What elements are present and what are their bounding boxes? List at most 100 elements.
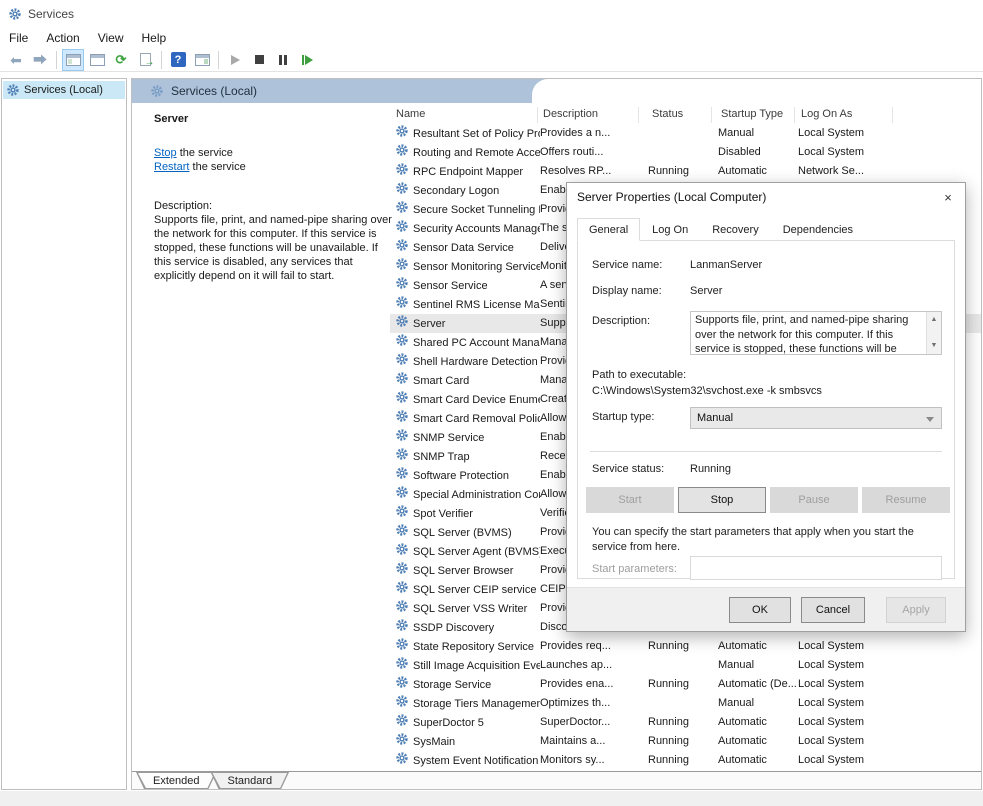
service-gear-icon [395,751,409,770]
tab-recovery[interactable]: Recovery [700,220,770,241]
restart-service-link[interactable]: Restart [154,161,189,173]
service-startup-type-cell: Manual [718,124,796,143]
service-gear-icon [395,314,409,333]
service-startup-type-cell: Automatic [718,637,796,656]
refresh-button[interactable]: ⟳ [110,49,132,71]
service-name-cell: Storage Tiers Management [395,694,540,713]
column-header-status[interactable]: Status [648,107,712,123]
service-name-cell: RPC Endpoint Mapper [395,162,540,181]
resume-button[interactable]: Resume [862,487,950,513]
startup-type-label: Startup type: [592,411,654,423]
export-list-button[interactable] [134,49,156,71]
service-row[interactable]: Still Image Acquisition EventsLaunches a… [390,656,981,675]
service-description-label: Description: [154,200,212,212]
service-status-cell [648,656,712,675]
service-row[interactable]: Storage Tiers ManagementOptimizes th...M… [390,694,981,713]
scroll-down-icon[interactable]: ▼ [931,339,938,354]
description-scrollbar[interactable]: ▲ ▼ [926,312,941,354]
service-log-on-as-cell: Local System [798,637,893,656]
tab-standard[interactable]: Standard [210,772,289,789]
show-hide-action-pane-button[interactable] [191,49,213,71]
service-name-label: Service name: [592,259,662,271]
service-gear-icon [395,694,409,713]
server-properties-dialog: Server Properties (Local Computer) × Gen… [566,182,966,632]
start-button[interactable]: Start [586,487,674,513]
service-gear-icon [395,162,409,181]
service-name-value: LanmanServer [690,259,762,271]
pause-service-button[interactable] [272,49,294,71]
start-service-button[interactable] [224,49,246,71]
service-name-cell: Routing and Remote Access [395,143,540,162]
extended-task-pane: Server Stop the service Restart the serv… [154,113,392,769]
service-gear-icon [395,409,409,428]
service-status-cell: Running [648,162,712,181]
description-label: Description: [592,315,650,327]
tree-item-services-local[interactable]: Services (Local) [3,81,125,99]
close-icon[interactable]: × [931,183,965,211]
properties-button[interactable] [86,49,108,71]
menu-action[interactable]: Action [37,29,88,47]
column-header-log-on-as[interactable]: Log On As [797,107,893,123]
service-gear-icon [395,447,409,466]
service-description-text: Supports file, print, and named-pipe sha… [154,214,392,282]
apply-button[interactable]: Apply [886,597,946,623]
column-header-name[interactable]: Name [392,107,538,123]
service-name-cell: Still Image Acquisition Events [395,656,540,675]
service-description: Description: Supports file, print, and n… [154,199,392,283]
pause-button[interactable]: Pause [770,487,858,513]
service-name-cell: SNMP Service [395,428,540,447]
tab-dependencies[interactable]: Dependencies [771,220,865,241]
ok-button[interactable]: OK [729,597,791,623]
service-startup-type-cell: Automatic [718,713,796,732]
refresh-icon: ⟳ [116,53,127,66]
stop-service-link[interactable]: Stop [154,147,177,159]
service-gear-icon [395,485,409,504]
cancel-button[interactable]: Cancel [801,597,865,623]
back-button[interactable]: ⬅ [5,49,27,71]
service-log-on-as-cell: Local System [798,124,893,143]
service-gear-icon [395,181,409,200]
tab-log-on[interactable]: Log On [640,220,700,241]
service-name-cell: Sentinel RMS License Mana... [395,295,540,314]
service-row[interactable]: SysMainMaintains a...RunningAutomaticLoc… [390,732,981,751]
start-parameters-input[interactable] [690,556,942,580]
services-gear-icon [8,7,22,21]
service-description-cell: Launches ap... [540,656,640,675]
show-hide-console-tree-button[interactable] [62,49,84,71]
tab-general[interactable]: General [577,218,640,241]
service-row[interactable]: RPC Endpoint MapperResolves RP...Running… [390,162,981,181]
column-header-description[interactable]: Description [539,107,639,123]
stop-service-button[interactable] [248,49,270,71]
service-name-cell: SysMain [395,732,540,751]
service-row[interactable]: System Event Notification S...Monitors s… [390,751,981,770]
restart-service-line-rest: the service [189,161,245,173]
view-tab-strip: Extended Standard [132,771,981,789]
description-textbox[interactable]: Supports file, print, and named-pipe sha… [690,311,942,355]
service-row[interactable]: SuperDoctor 5SuperDoctor...RunningAutoma… [390,713,981,732]
service-log-on-as-cell: Local System [798,143,893,162]
help-button[interactable]: ? [167,49,189,71]
menu-file[interactable]: File [0,29,37,47]
service-row[interactable]: Storage ServiceProvides ena...RunningAut… [390,675,981,694]
service-row[interactable]: State Repository ServiceProvides req...R… [390,637,981,656]
service-description-cell: Maintains a... [540,732,640,751]
startup-type-dropdown[interactable]: Manual [690,407,942,429]
service-row[interactable]: Resultant Set of Policy Provi...Provides… [390,124,981,143]
column-header-startup-type[interactable]: Startup Type [717,107,795,123]
service-status-label: Service status: [592,463,664,475]
scroll-up-icon[interactable]: ▲ [931,313,938,328]
back-arrow-icon: ⬅ [10,53,22,67]
stop-button[interactable]: Stop [678,487,766,513]
service-name-cell: Smart Card Device Enumerat... [395,390,540,409]
service-name-cell: SQL Server Browser [395,561,540,580]
forward-button[interactable]: ⮕ [29,49,51,71]
service-row[interactable]: Routing and Remote AccessOffers routi...… [390,143,981,162]
service-description-cell: SuperDoctor... [540,713,640,732]
menu-help[interactable]: Help [133,29,176,47]
console-tree-icon [66,54,81,66]
service-gear-icon [395,504,409,523]
restart-service-button[interactable] [296,49,318,71]
menu-view[interactable]: View [89,29,133,47]
tab-extended[interactable]: Extended [136,772,216,789]
service-status-cell: Running [648,713,712,732]
